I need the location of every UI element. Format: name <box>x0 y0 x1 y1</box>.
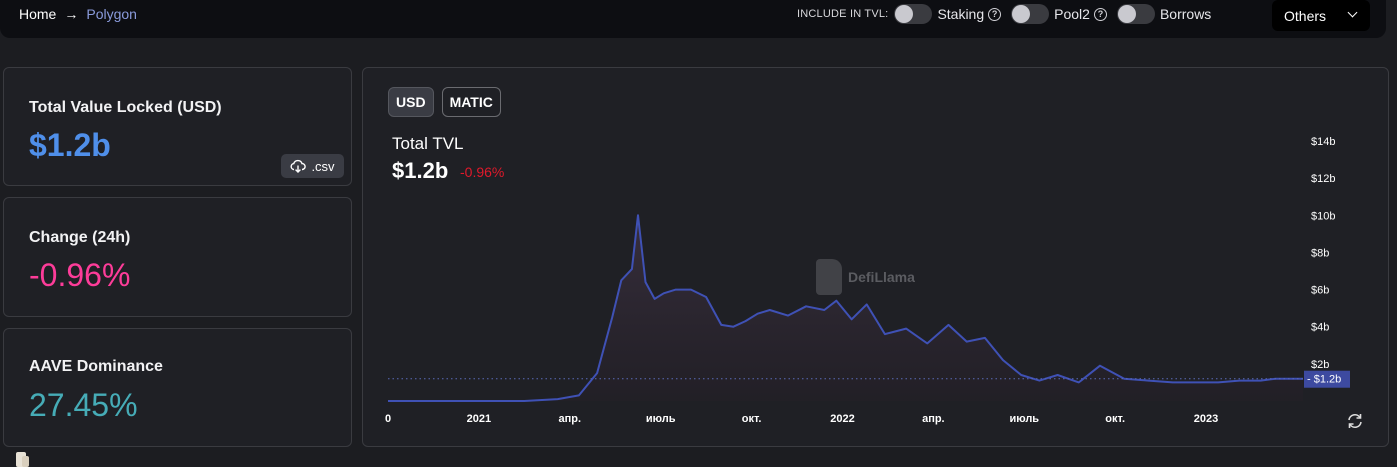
toggle-borrows[interactable]: Borrows <box>1116 4 1212 24</box>
tvl-area <box>388 215 1303 401</box>
x-tick-label: апр. <box>559 413 582 425</box>
x-tick-label: июль <box>1009 413 1039 425</box>
chevron-down-icon <box>1347 7 1358 18</box>
tvl-value: $1.2b <box>29 127 111 163</box>
pool2-label: Pool2 <box>1054 6 1090 22</box>
change-card: Change (24h) -0.96% <box>3 197 352 317</box>
watermark-text: DefiLlama <box>848 269 915 285</box>
y-tick-label: $8b <box>1311 247 1329 259</box>
refresh-icon[interactable] <box>1345 411 1365 431</box>
top-bar: Home → Polygon INCLUDE IN TVL: Staking ?… <box>0 0 1386 38</box>
y-tick-label: $4b <box>1311 322 1329 334</box>
tvl-title: Total Value Locked (USD) <box>29 99 222 116</box>
borrows-switch[interactable] <box>1116 4 1155 24</box>
chart-value: $1.2b <box>392 158 449 183</box>
x-tick-label: 2023 <box>1194 413 1218 425</box>
watermark: DefiLlama <box>816 259 915 295</box>
others-dropdown[interactable]: Others <box>1272 0 1370 31</box>
change-title: Change (24h) <box>29 229 131 246</box>
x-tick-label: 2022 <box>830 413 854 425</box>
denomination-switch: USD MATIC <box>388 87 501 117</box>
x-tick-label: окт. <box>1105 413 1125 425</box>
y-tick-label: $12b <box>1311 173 1335 185</box>
include-in-tvl-label: INCLUDE IN TVL: <box>797 8 889 20</box>
denom-matic-button[interactable]: MATIC <box>441 87 501 117</box>
help-icon[interactable]: ? <box>1093 7 1107 21</box>
others-label: Others <box>1284 7 1327 24</box>
tvl-card: Total Value Locked (USD) $1.2b .csv <box>3 67 352 186</box>
llama-icon <box>16 452 29 467</box>
current-value-label: - $1.2b <box>1307 374 1341 386</box>
tvl-chart[interactable]: $2b $4b $6b $8b $10b $12b $14b - $1.2b 0 2021 апр.… <box>363 68 1390 448</box>
dominance-title: AAVE Dominance <box>29 358 163 375</box>
x-tick-label: 2021 <box>467 413 491 425</box>
chart-title: Total TVL <box>392 134 464 153</box>
denom-usd-button[interactable]: USD <box>388 87 434 117</box>
x-tick-label: 0 <box>385 413 391 425</box>
borrows-label: Borrows <box>1159 6 1212 22</box>
chart-change: -0.96% <box>460 164 505 180</box>
cloud-download-icon <box>290 159 307 173</box>
dominance-card: AAVE Dominance 27.45% <box>3 328 352 447</box>
y-tick-label: $14b <box>1311 136 1335 148</box>
tvl-options: INCLUDE IN TVL: Staking ? Pool2 ? Borrow… <box>797 4 1221 24</box>
chart-panel: $2b $4b $6b $8b $10b $12b $14b - $1.2b 0 2021 апр.… <box>362 67 1389 447</box>
pool2-switch[interactable] <box>1011 4 1050 24</box>
download-csv-button[interactable]: .csv <box>281 154 344 178</box>
csv-label: .csv <box>311 158 335 174</box>
breadcrumb-home-link[interactable]: Home <box>19 6 56 22</box>
y-tick-label: $2b <box>1311 359 1329 371</box>
breadcrumb-current[interactable]: Polygon <box>86 6 137 22</box>
llama-logo-icon <box>816 259 842 295</box>
staking-label: Staking <box>937 6 985 22</box>
y-tick-label: $10b <box>1311 210 1335 222</box>
change-value: -0.96% <box>29 257 131 293</box>
staking-switch[interactable] <box>894 4 933 24</box>
arrow-right-icon: → <box>64 6 79 22</box>
help-icon[interactable]: ? <box>988 7 1002 21</box>
dominance-value: 27.45% <box>29 387 138 423</box>
breadcrumb: Home → Polygon <box>19 6 137 22</box>
y-tick-label: $6b <box>1311 285 1329 297</box>
toggle-staking[interactable]: Staking ? <box>894 4 1002 24</box>
x-tick-label: июль <box>646 413 676 425</box>
toggle-pool2[interactable]: Pool2 ? <box>1011 4 1107 24</box>
x-tick-label: апр. <box>922 413 945 425</box>
x-tick-label: окт. <box>742 413 762 425</box>
